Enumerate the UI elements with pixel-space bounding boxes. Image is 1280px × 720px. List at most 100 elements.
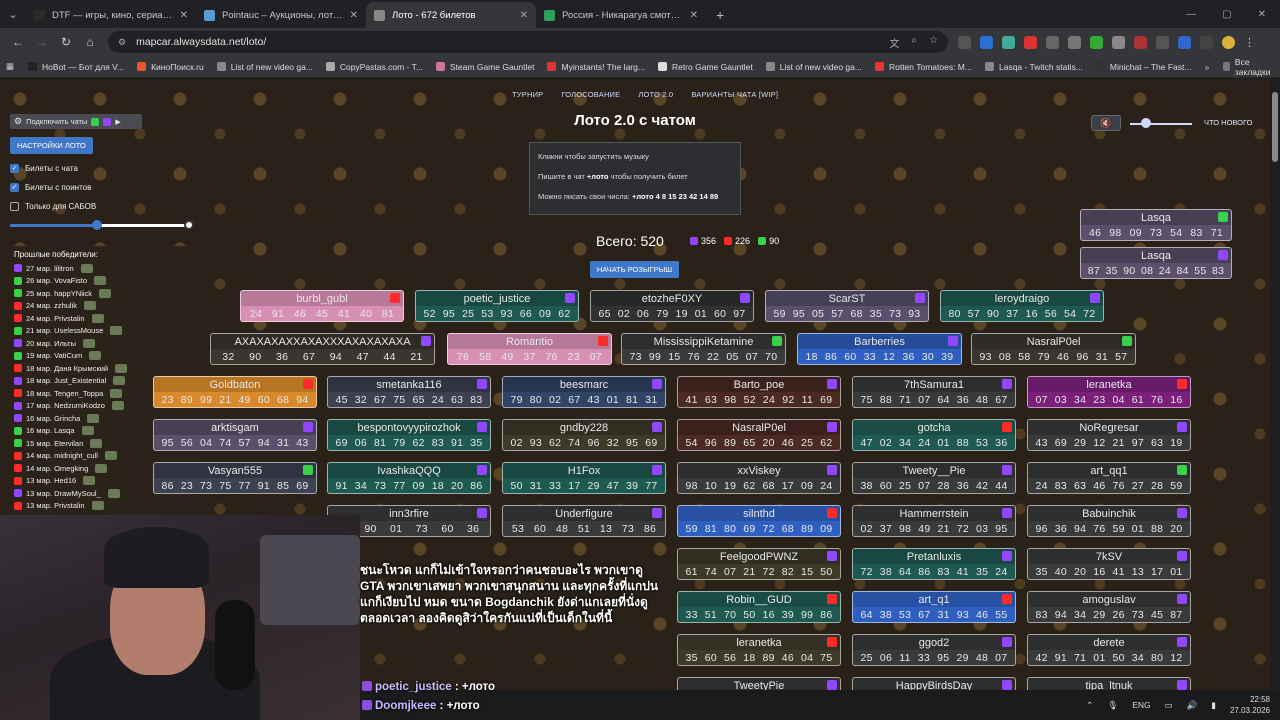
more-bookmarks-icon[interactable]: » xyxy=(1204,62,1209,72)
volume-icon[interactable]: 🔊 xyxy=(1187,700,1198,711)
close-window-icon[interactable]: ✕ xyxy=(1258,9,1266,20)
profile-avatar[interactable] xyxy=(1222,35,1235,49)
extension-icon[interactable] xyxy=(1090,35,1103,49)
whats-new-link[interactable]: ЧТО НОВОГО xyxy=(1204,118,1252,127)
extension-icon[interactable] xyxy=(1156,35,1169,49)
close-tab-icon[interactable]: ✕ xyxy=(520,10,528,21)
ticket-username: IvashkaQQQ xyxy=(377,464,441,477)
extension-icon[interactable] xyxy=(1134,35,1147,49)
tab-favicon-icon xyxy=(34,9,45,21)
bookmark-item[interactable]: List of new video ga... xyxy=(765,62,862,72)
checkbox-unchecked-icon[interactable] xyxy=(10,202,19,211)
tray-arrow-icon[interactable]: ⌃ xyxy=(1086,700,1093,711)
address-bar[interactable]: ⚙ mapcar.alwaysdata.net/loto/ 文 ⌕ ☆ xyxy=(108,31,948,53)
apps-icon[interactable]: ▦ xyxy=(6,61,14,72)
twitch-icon xyxy=(1218,250,1228,260)
bookmark-item[interactable]: КиноПоиск.ru xyxy=(137,62,204,72)
browser-tab[interactable]: Pointauc – Аукционы, лотерея ✕ xyxy=(196,2,366,28)
all-bookmarks[interactable]: Все закладки xyxy=(1223,57,1274,77)
gear-icon[interactable]: ⚙ xyxy=(14,116,22,127)
extensions-puzzle-icon[interactable] xyxy=(1200,35,1213,49)
volume-knob[interactable] xyxy=(1141,118,1151,128)
site-info-icon[interactable]: ⚙ xyxy=(118,37,126,48)
bookmark-item[interactable]: List of new video ga... xyxy=(216,62,313,72)
close-tab-icon[interactable]: ✕ xyxy=(180,10,188,21)
nav-chat-variants[interactable]: ВАРИАНТЫ ЧАТА [WIP] xyxy=(691,90,778,99)
ticket-numbers: 35 60 56 18 89 46 04 75 xyxy=(685,652,833,664)
ticket-numbers: 38 60 25 07 28 36 42 44 xyxy=(860,480,1008,492)
bookmark-item[interactable]: HoBot — Бот для V... xyxy=(28,62,124,72)
extension-icon[interactable] xyxy=(980,35,993,49)
browser-tab[interactable]: DTF — игры, кино, сериалы, р ✕ xyxy=(26,2,196,28)
bookmark-item[interactable]: Steam Game Gauntlet xyxy=(435,62,534,72)
checkbox-chat-tickets[interactable]: ✓ Билеты с чата xyxy=(10,164,198,173)
bookmark-favicon-icon xyxy=(137,62,147,71)
youtube-icon xyxy=(14,476,22,485)
extension-icon[interactable] xyxy=(1068,35,1081,49)
avatar xyxy=(104,451,117,461)
mic-icon[interactable]: 🎙 xyxy=(1107,700,1118,711)
info-box[interactable]: Кликни чтобы запустить музыку Пишите в ч… xyxy=(529,142,741,215)
bookmark-item[interactable]: CopyPastas.com - T... xyxy=(325,62,423,72)
connect-chats-bar[interactable]: ⚙ Подключить чаты ▶ xyxy=(10,114,142,129)
twitch-icon xyxy=(652,508,662,518)
slider-handle-max[interactable] xyxy=(184,220,194,230)
close-tab-icon[interactable]: ✕ xyxy=(350,10,358,21)
menu-icon[interactable]: ⋮ xyxy=(1244,36,1255,49)
home-icon[interactable]: ⌂ xyxy=(78,35,102,49)
zoom-icon[interactable]: ⌕ xyxy=(911,35,917,50)
lottery-ticket: leranetka 35 60 56 18 89 46 04 75 xyxy=(677,634,841,666)
clock[interactable]: 22:58 27.03.2026 xyxy=(1230,694,1270,716)
browser-tab[interactable]: Лото - 672 билетов ✕ xyxy=(366,2,536,28)
bookmark-item[interactable]: Myinstants! The larg... xyxy=(547,62,645,72)
close-tab-icon[interactable]: ✕ xyxy=(690,10,698,21)
volume-slider[interactable] xyxy=(1130,123,1192,125)
checkbox-subs-only[interactable]: Только для САБОВ xyxy=(10,202,198,211)
slider-handle-min[interactable] xyxy=(92,220,102,230)
new-tab-button[interactable]: + xyxy=(706,2,734,28)
language-indicator[interactable]: ENG xyxy=(1132,700,1150,710)
battery-icon[interactable]: ▮ xyxy=(1211,700,1216,711)
bookmark-item[interactable]: Minichat – The Fast... xyxy=(1095,62,1191,72)
bookmark-item[interactable]: Rotten Tomatoes: M... xyxy=(874,62,972,72)
checkbox-checked-icon[interactable]: ✓ xyxy=(10,164,19,173)
minimize-icon[interactable]: — xyxy=(1186,9,1196,20)
reload-icon[interactable]: ↻ xyxy=(54,35,78,49)
nav-tournament[interactable]: ТУРНИР xyxy=(512,90,543,99)
scrollbar-thumb[interactable] xyxy=(1272,92,1278,162)
extension-icon[interactable] xyxy=(1178,35,1191,49)
extension-icon[interactable] xyxy=(958,35,971,49)
youtube-icon xyxy=(1002,422,1012,432)
winner-item: 25 мар. happYNiick xyxy=(14,287,194,300)
bookmark-favicon-icon xyxy=(325,62,335,71)
chat-message: poetic_justice : +лото xyxy=(362,681,495,693)
checkbox-points-tickets[interactable]: ✓ Билеты с поинтов xyxy=(10,183,198,192)
bookmark-item[interactable]: Retro Game Gauntlet xyxy=(657,62,753,72)
play-icon[interactable]: ▶ xyxy=(115,118,120,126)
twitch-icon xyxy=(1177,680,1187,690)
bookmark-star-icon[interactable]: ☆ xyxy=(929,35,938,50)
page-scrollbar[interactable] xyxy=(1270,79,1280,690)
start-draw-button[interactable]: НАЧАТЬ РОЗЫГРЫШ xyxy=(590,261,679,278)
range-slider[interactable] xyxy=(10,220,194,230)
loto-settings-button[interactable]: НАСТРОЙКИ ЛОТО xyxy=(10,137,93,154)
extension-icon[interactable] xyxy=(1024,35,1037,49)
tab-search-icon[interactable]: ⌄ xyxy=(0,0,26,28)
bookmark-item[interactable]: Lasqa - Twitch statis... xyxy=(984,62,1083,72)
mute-button[interactable]: 🔇 xyxy=(1091,115,1121,131)
nav-loto[interactable]: ЛОТО 2.0 xyxy=(638,90,673,99)
extension-icon[interactable] xyxy=(1112,35,1125,49)
network-icon[interactable]: ▭ xyxy=(1165,700,1173,711)
nav-voting[interactable]: ГОЛОСОВАНИЕ xyxy=(561,90,620,99)
extension-icon[interactable] xyxy=(1046,35,1059,49)
back-icon[interactable]: ← xyxy=(6,35,30,49)
forward-icon[interactable]: → xyxy=(30,35,54,49)
youtube-icon xyxy=(1177,379,1187,389)
lottery-ticket: Babuinchik 96 36 94 76 59 01 88 20 xyxy=(1027,505,1191,537)
browser-tab[interactable]: Россия - Никарагуа смотреть ✕ xyxy=(536,2,706,28)
extension-icon[interactable] xyxy=(1002,35,1015,49)
translate-icon[interactable]: 文 xyxy=(889,35,899,50)
avatar xyxy=(113,376,126,386)
maximize-icon[interactable]: ▢ xyxy=(1222,9,1231,20)
checkbox-checked-icon[interactable]: ✓ xyxy=(10,183,19,192)
